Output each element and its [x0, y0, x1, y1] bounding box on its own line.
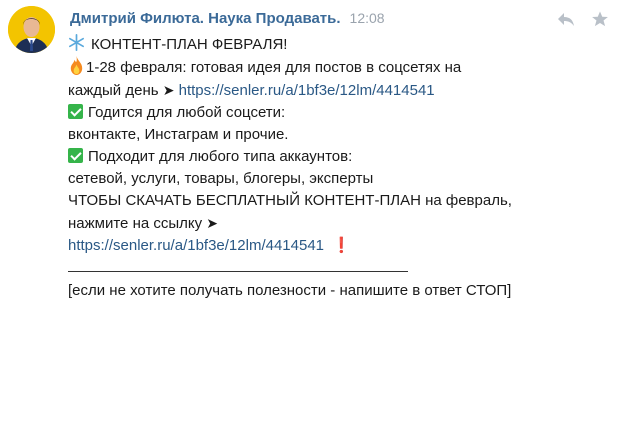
avatar-photo: [8, 6, 55, 53]
feature-2-line-2: сетевой, услуги, товары, блогеры, экспер…: [68, 170, 374, 187]
intro-text-2: каждый день: [68, 82, 159, 99]
intro-line-2: каждый день ➤ https://senler.ru/a/1bf3e/…: [68, 79, 608, 102]
cta-text-2: нажмите на ссылку: [68, 215, 203, 232]
reply-icon[interactable]: [555, 8, 577, 30]
feature-2-title: Подходит для любого типа аккаунтов:: [88, 148, 353, 165]
cta-line-2: нажмите на ссылку ➤: [68, 212, 608, 235]
check-mark-icon: [68, 148, 83, 163]
title-text: КОНТЕНТ-ПЛАН ФЕВРАЛЯ!: [91, 36, 288, 53]
cta-line-3: https://senler.ru/a/1bf3e/12lm/4414541 ❗: [68, 235, 608, 257]
feature-2-line-1: Подходит для любого типа аккаунтов:: [68, 146, 608, 168]
snowflake-icon: [69, 34, 84, 51]
exclamation-icon: ❗: [332, 237, 351, 254]
content-plan-link-2[interactable]: https://senler.ru/a/1bf3e/12lm/4414541: [68, 237, 324, 254]
message: Дмитрий Филюта. Наука Продавать. 12:08 К…: [0, 0, 619, 445]
arrow-icon: ➤: [206, 215, 219, 231]
star-icon[interactable]: [589, 8, 611, 30]
sender-name[interactable]: Дмитрий Филюта. Наука Продавать.: [70, 10, 341, 27]
cta-line-1: ЧТОБЫ СКАЧАТЬ БЕСПЛАТНЫЙ КОНТЕНТ-ПЛАН на…: [68, 192, 512, 209]
title-line: КОНТЕНТ-ПЛАН ФЕВРАЛЯ!: [68, 34, 608, 56]
intro-text: 1-28 февраля: готовая идея для постов в …: [86, 59, 462, 76]
feature-1-line-2: вконтакте, Инстаграм и прочие.: [68, 126, 289, 143]
arrow-icon: ➤: [162, 82, 175, 98]
feature-1-line-1: Годится для любой соцсети:: [68, 102, 608, 124]
feature-1-title: Годится для любой соцсети:: [88, 104, 286, 121]
message-actions: [555, 8, 611, 30]
divider: [68, 271, 408, 272]
content-plan-link-1[interactable]: https://senler.ru/a/1bf3e/12lm/4414541: [179, 82, 435, 99]
fire-icon: [70, 56, 83, 75]
message-time[interactable]: 12:08: [350, 10, 385, 26]
message-header: Дмитрий Филюта. Наука Продавать. 12:08: [70, 10, 385, 30]
intro-line-1: 1-28 февраля: готовая идея для постов в …: [68, 56, 608, 79]
message-body: КОНТЕНТ-ПЛАН ФЕВРАЛЯ! 1-28 февраля: гото…: [68, 34, 608, 302]
avatar[interactable]: [8, 6, 55, 53]
unsubscribe-note: [если не хотите получать полезности - на…: [68, 282, 512, 299]
check-mark-icon: [68, 104, 83, 119]
